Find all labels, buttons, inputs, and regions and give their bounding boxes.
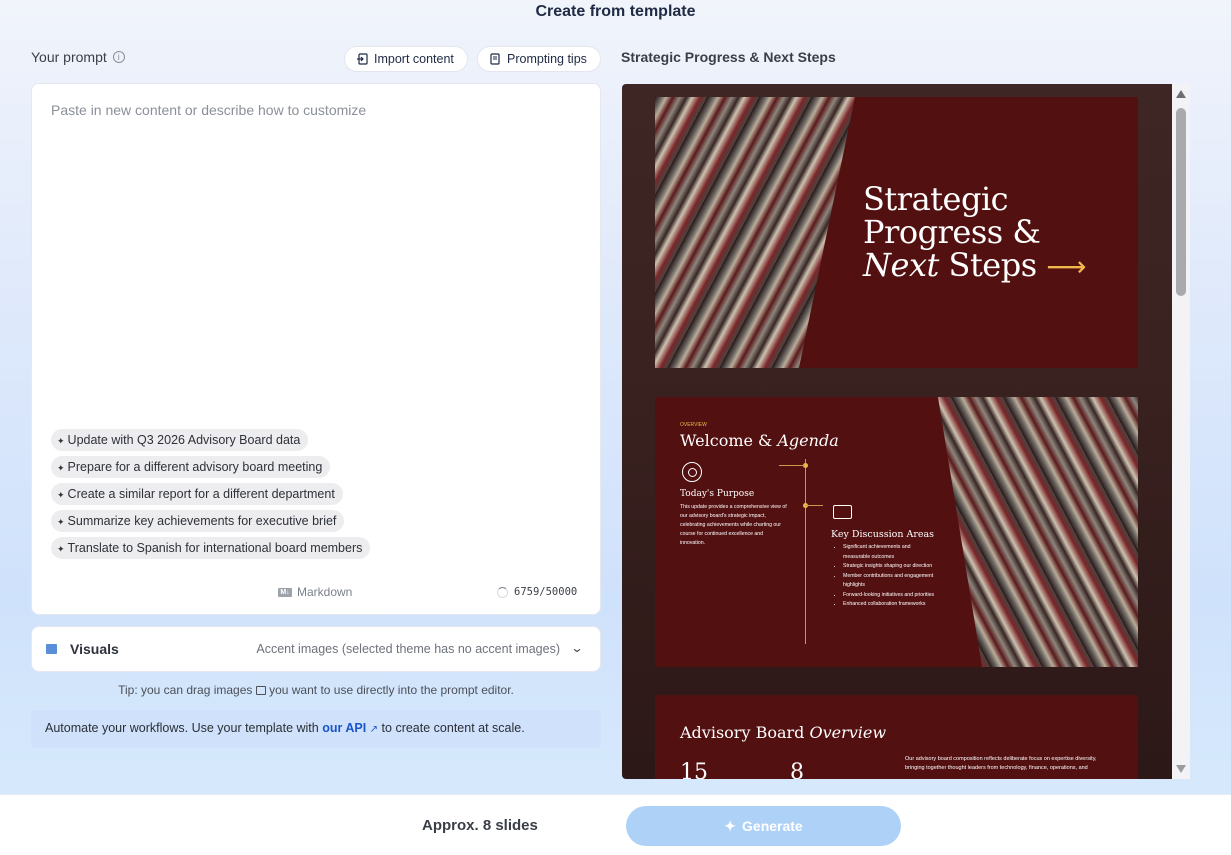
slide-agenda-title: Welcome & Agenda [680, 431, 839, 450]
slide-title-headline: Strategic Progress & Next Steps ⟶ [863, 180, 1086, 284]
api-banner: Automate your workflows. Use your templa… [31, 710, 601, 748]
slides-count: Approx. 8 slides [422, 817, 538, 834]
sparkle-icon: ✦ [57, 544, 65, 554]
sparkle-icon: ✦ [57, 490, 65, 500]
page-title: Create from template [535, 3, 696, 20]
markdown-icon: M↓ [278, 587, 292, 597]
slide-overview[interactable]: Advisory Board Overview 15 8 Our advisor… [655, 695, 1138, 779]
chevron-down-icon: ⌄ [570, 641, 584, 655]
suggestion-list: ✦ Update with Q3 2026 Advisory Board data… [51, 429, 371, 564]
overview-description: Our advisory board composition reflects … [905, 756, 1097, 771]
prompt-input[interactable] [51, 102, 581, 402]
generate-button[interactable]: ✦ Generate [626, 806, 901, 846]
slide-agenda[interactable]: OVERVIEW Welcome & Agenda Today's Purpos… [655, 397, 1138, 667]
suggestion-chip[interactable]: ✦ Prepare for a different advisory board … [51, 456, 331, 478]
prompt-label: Your prompt i [31, 49, 125, 65]
stat-value: 15 [680, 760, 708, 779]
markdown-indicator[interactable]: M↓ Markdown [278, 585, 352, 599]
purpose-body: This update provides a comprehensive vie… [680, 504, 787, 546]
target-icon [682, 462, 702, 482]
scroll-up-arrow-icon[interactable] [1176, 90, 1186, 98]
sparkle-icon: ✦ [57, 436, 65, 446]
import-content-button[interactable]: Import content [344, 46, 468, 72]
fabric-texture-image [938, 397, 1138, 667]
sparkle-icon: ✦ [57, 517, 65, 527]
timeline-line [805, 459, 806, 644]
prompting-tips-label: Prompting tips [507, 52, 587, 66]
progress-ring-icon [497, 586, 508, 598]
prompt-editor: ✦Update with Q3 2026 Advisory Board data… [31, 83, 601, 615]
visuals-selector[interactable]: Visuals Accent images (selected theme ha… [31, 626, 601, 672]
visuals-label: Visuals [70, 641, 119, 657]
key-areas-heading: Key Discussion Areas [831, 529, 935, 540]
slide-overview-title: Advisory Board Overview [680, 723, 887, 742]
fabric-texture-image [655, 97, 855, 368]
key-areas-list: Significant achievements and measurable … [835, 543, 935, 610]
book-icon [489, 53, 501, 65]
import-icon [356, 53, 368, 65]
external-link-icon: ↗ [369, 724, 379, 735]
scroll-down-arrow-icon[interactable] [1176, 765, 1186, 773]
slide-title[interactable]: Strategic Progress & Next Steps ⟶ [655, 97, 1138, 368]
markdown-label: Markdown [297, 585, 353, 599]
generate-label: Generate [742, 818, 803, 834]
template-preview[interactable]: Strategic Progress & Next Steps ⟶ OVERVI… [622, 84, 1172, 779]
api-link[interactable]: our API [322, 721, 366, 735]
prompting-tips-button[interactable]: Prompting tips [477, 46, 601, 72]
suggestion-chip[interactable]: ✦ Update with Q3 2026 Advisory Board data [51, 429, 309, 451]
character-count: 6759/50000 [514, 586, 578, 598]
image-icon [255, 686, 266, 695]
briefcase-icon [833, 505, 852, 519]
preview-title: Strategic Progress & Next Steps [621, 49, 836, 65]
sparkle-icon: ✦ [724, 817, 737, 834]
suggestion-chip[interactable]: ✦ Create a similar report for a different… [51, 483, 343, 505]
suggestion-chip[interactable]: ✦ Translate to Spanish for international … [51, 537, 371, 559]
preview-scrollbar[interactable] [1172, 84, 1190, 779]
arrow-right-icon: ⟶ [1046, 250, 1086, 283]
purpose-heading: Today's Purpose [680, 489, 755, 499]
editor-footer: M↓ Markdown 6759/50000 [32, 584, 602, 604]
slide-eyebrow: OVERVIEW [680, 422, 707, 428]
scroll-thumb[interactable] [1176, 108, 1186, 296]
sparkle-icon: ✦ [57, 463, 65, 473]
character-counter: 6759/50000 [497, 586, 577, 598]
import-content-label: Import content [374, 52, 454, 66]
prompt-label-text: Your prompt [31, 49, 107, 65]
image-icon [46, 644, 57, 654]
timeline-tick [805, 505, 823, 506]
info-icon[interactable]: i [112, 51, 125, 63]
drag-images-tip: Tip: you can drag images you want to use… [118, 683, 514, 697]
suggestion-chip[interactable]: ✦ Summarize key achievements for executiv… [51, 510, 345, 532]
bottom-bar: Approx. 8 slides ✦ Generate [0, 794, 1231, 855]
timeline-tick [779, 465, 805, 466]
visuals-value: Accent images (selected theme has no acc… [256, 642, 560, 656]
stat-value: 8 [790, 760, 804, 779]
